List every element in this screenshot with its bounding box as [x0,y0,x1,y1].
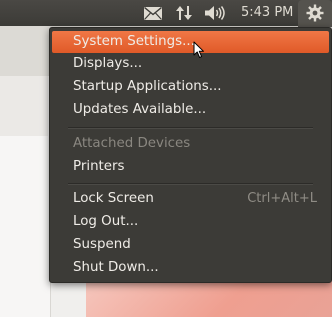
network-icon[interactable] [174,0,194,26]
session-menu-button[interactable] [298,0,332,27]
menu-item-label: System Settings... [73,34,195,49]
menu-item-label: Lock Screen [73,191,154,206]
menu-item-label: Shut Down... [73,260,159,275]
menu-section-label: Attached Devices [73,136,191,151]
panel-clock[interactable]: 5:43 PM [241,0,293,26]
menu-separator [68,127,313,129]
menu-item-suspend[interactable]: Suspend [50,234,331,256]
menu-item-system-settings[interactable]: System Settings... [52,31,329,53]
menu-item-label: Updates Available... [73,102,207,117]
mouse-pointer-icon [193,41,205,63]
gear-icon [305,0,325,26]
menu-item-label: Displays... [73,56,143,71]
menu-section-attached-devices: Attached Devices [50,133,331,155]
background-window-panel [0,76,48,136]
menu-item-label: Printers [73,159,125,174]
top-panel: 5:43 PM [0,0,332,27]
menu-item-label: Log Out... [73,214,139,229]
session-menu: System Settings... Displays... Startup A… [49,27,332,283]
volume-icon[interactable] [204,0,228,26]
menu-item-displays[interactable]: Displays... [50,53,331,75]
menu-item-label: Startup Applications... [73,79,222,94]
menu-item-log-out[interactable]: Log Out... [50,211,331,233]
menu-item-printers[interactable]: Printers [50,156,331,178]
menu-item-shut-down[interactable]: Shut Down... [50,257,331,279]
mail-icon[interactable] [143,0,163,26]
menu-item-startup-applications[interactable]: Startup Applications... [50,76,331,98]
menu-item-updates-available[interactable]: Updates Available... [50,99,331,121]
menu-item-label: Suspend [73,237,131,252]
menu-separator [68,183,313,185]
menu-item-lock-screen[interactable]: Lock Screen Ctrl+Alt+L [50,188,331,210]
menu-item-shortcut: Ctrl+Alt+L [247,191,317,206]
